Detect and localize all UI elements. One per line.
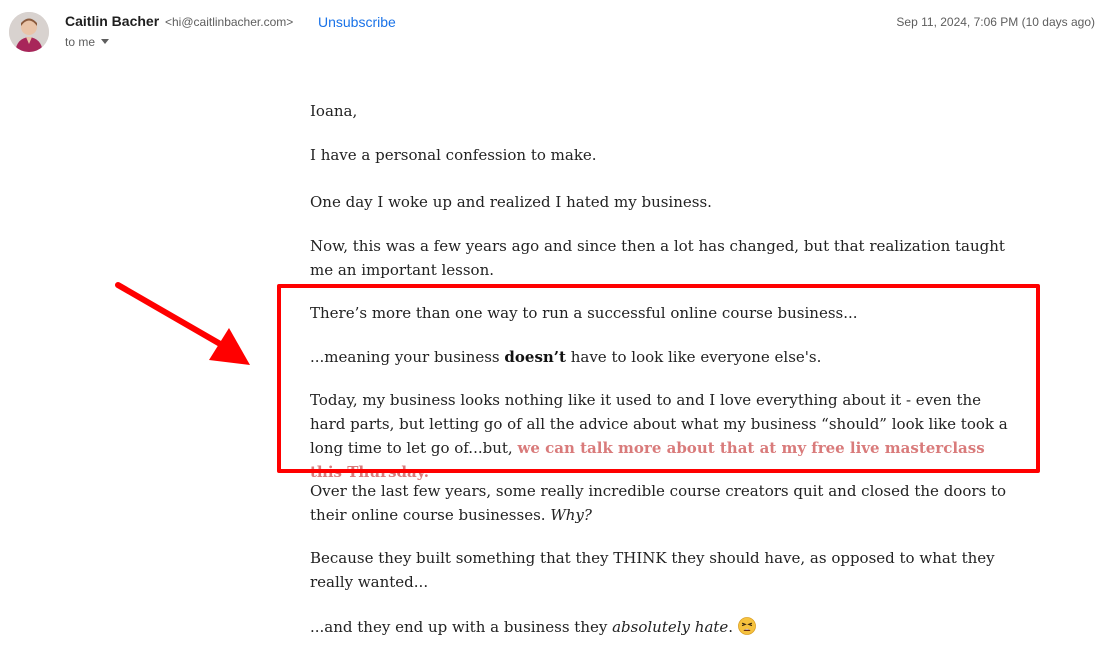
text-segment: ...meaning your business [310,348,505,366]
unsubscribe-link[interactable]: Unsubscribe [318,14,396,30]
sender-name[interactable]: Caitlin Bacher [65,13,159,29]
email-paragraph: Today, my business looks nothing like it… [310,388,1010,484]
email-paragraph: I have a personal confession to make. [310,146,597,164]
text-segment: ...and they end up with a business they [310,618,613,636]
recipient-details-toggle[interactable]: to me [65,35,110,49]
text-segment: Over the last few years, some really inc… [310,482,1007,524]
email-timestamp: Sep 11, 2024, 7:06 PM (10 days ago) [896,15,1095,29]
chevron-down-icon [101,39,110,44]
text-segment: have to look like everyone else's. [565,348,822,366]
tired-face-emoji-icon [737,617,756,635]
email-paragraph: One day I woke up and realized I hated m… [310,193,712,211]
email-paragraph: Now, this was a few years ago and since … [310,237,1005,279]
italic-text: absolutely hate [612,618,729,636]
text-segment: . [728,618,734,636]
email-header: Caitlin Bacher <hi@caitlinbacher.com> Un… [0,0,1115,60]
annotation-arrow-icon [115,282,250,365]
sender-email: <hi@caitlinbacher.com> [165,15,294,29]
avatar[interactable] [9,12,49,52]
email-paragraph: Over the last few years, some really inc… [310,479,1010,527]
email-paragraph: There’s more than one way to run a succe… [310,304,858,322]
email-greeting: Ioana, [310,102,358,120]
recipient-label: to me [65,35,96,49]
email-paragraph: Because they built something that they T… [310,549,995,591]
email-paragraph: ...and they end up with a business they … [310,615,1010,639]
bold-text: doesn’t [504,348,566,366]
italic-text: Why? [550,506,592,524]
email-paragraph: ...meaning your business doesn’t have to… [310,345,1010,369]
